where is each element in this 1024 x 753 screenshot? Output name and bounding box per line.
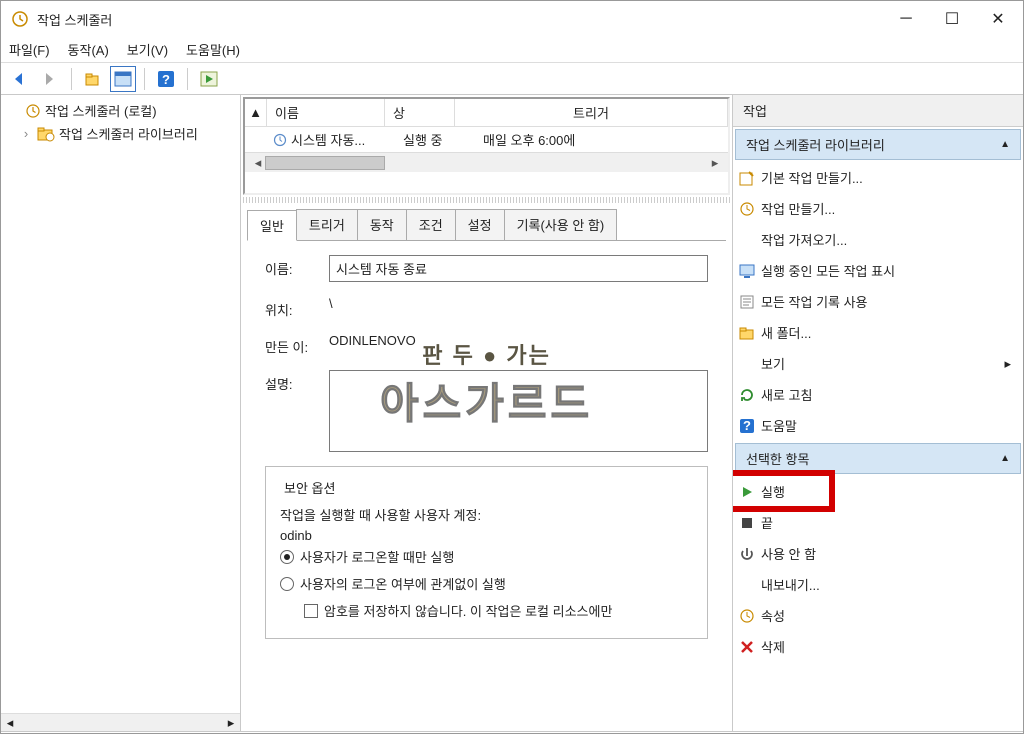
col-trigger[interactable]: 트리거 <box>455 99 728 126</box>
checkbox-icon <box>304 604 318 618</box>
name-label: 이름: <box>265 255 329 278</box>
action-refresh[interactable]: 새로 고침 <box>733 379 1023 410</box>
chk-nopwd[interactable]: 암호를 저장하지 않습니다. 이 작업은 로컬 리소스에만 <box>280 597 693 624</box>
status-bar <box>1 731 1023 753</box>
col-status[interactable]: 상 <box>385 99 455 126</box>
tree-root-label: 작업 스케줄러 (로컬) <box>45 101 157 120</box>
disable-icon <box>739 546 755 562</box>
help-icon: ? <box>739 418 755 434</box>
action-run[interactable]: 실행 <box>733 476 1023 507</box>
action-help[interactable]: ?도움말 <box>733 410 1023 441</box>
sort-indicator[interactable]: ▲ <box>245 99 267 126</box>
toolbar: ? <box>1 63 1023 95</box>
folder-icon <box>739 325 755 341</box>
action-show-running[interactable]: 실행 중인 모든 작업 표시 <box>733 255 1023 286</box>
action-enable-history[interactable]: 모든 작업 기록 사용 <box>733 286 1023 317</box>
clock-icon <box>273 133 287 147</box>
security-user-label: 작업을 실행할 때 사용할 사용자 계정: <box>280 505 693 524</box>
folder-clock-icon <box>37 126 55 142</box>
history-icon <box>739 294 755 310</box>
task-list: ▲ 이름 상 트리거 시스템 자동... 실행 중 매일 오후 6:00에 ◂▸ <box>243 97 730 195</box>
tab-actions[interactable]: 동작 <box>357 209 407 240</box>
action-view[interactable]: 보기▸ <box>733 348 1023 379</box>
section-selected[interactable]: 선택한 항목▲ <box>735 443 1021 474</box>
tab-history[interactable]: 기록(사용 안 함) <box>504 209 618 240</box>
general-panel: 이름: 시스템 자동 종료 위치: \ 만든 이: ODINLENOVO 설명:… <box>241 241 732 731</box>
collapse-icon: ▲ <box>1000 453 1010 464</box>
up-button[interactable] <box>80 66 106 92</box>
back-button[interactable] <box>7 66 33 92</box>
clock-icon <box>25 103 41 119</box>
security-user: odinb <box>280 528 693 543</box>
desc-label: 설명: <box>265 370 329 393</box>
svg-text:?: ? <box>743 418 751 433</box>
action-new-folder[interactable]: 새 폴더... <box>733 317 1023 348</box>
tab-triggers[interactable]: 트리거 <box>296 209 358 240</box>
stop-icon <box>739 515 755 531</box>
properties-icon <box>739 608 755 624</box>
chevron-right-icon: ▸ <box>1004 356 1011 372</box>
minimize-button[interactable]: ─ <box>883 1 929 37</box>
tree-hscroll[interactable]: ◂▸ <box>1 713 240 731</box>
action-end[interactable]: 끝 <box>733 507 1023 538</box>
list-hscroll[interactable]: ◂▸ <box>245 152 728 172</box>
clock-icon <box>11 10 29 28</box>
delete-icon <box>739 639 755 655</box>
action-export[interactable]: 내보내기... <box>733 569 1023 600</box>
radio-icon <box>280 577 294 591</box>
window-title: 작업 스케줄러 <box>37 10 112 29</box>
tree-pane: 작업 스케줄러 (로컬) › 작업 스케줄러 라이브러리 ◂▸ <box>1 95 241 731</box>
forward-button[interactable] <box>37 66 63 92</box>
task-icon <box>739 201 755 217</box>
tree-library-label: 작업 스케줄러 라이브러리 <box>59 124 198 143</box>
menu-action[interactable]: 동작(A) <box>68 40 109 59</box>
name-field[interactable]: 시스템 자동 종료 <box>329 255 708 282</box>
tree-library[interactable]: › 작업 스케줄러 라이브러리 <box>7 122 234 145</box>
action-properties[interactable]: 속성 <box>733 600 1023 631</box>
tab-conditions[interactable]: 조건 <box>406 209 456 240</box>
wizard-icon <box>739 170 755 186</box>
location-label: 위치: <box>265 296 329 319</box>
tab-settings[interactable]: 설정 <box>455 209 505 240</box>
radio-icon <box>280 550 294 564</box>
help-button[interactable]: ? <box>153 66 179 92</box>
author-value: ODINLENOVO <box>329 333 708 348</box>
desc-field[interactable] <box>329 370 708 452</box>
action-disable[interactable]: 사용 안 함 <box>733 538 1023 569</box>
security-title: 보안 옵션 <box>280 478 339 497</box>
tree-root[interactable]: 작업 스케줄러 (로컬) <box>7 99 234 122</box>
table-row[interactable]: 시스템 자동... 실행 중 매일 오후 6:00에 <box>245 127 728 152</box>
location-value: \ <box>329 296 708 311</box>
expand-icon[interactable]: › <box>19 126 33 141</box>
properties-button[interactable] <box>110 66 136 92</box>
col-name[interactable]: 이름 <box>267 99 385 126</box>
radio-any[interactable]: 사용자의 로그온 여부에 관계없이 실행 <box>280 570 693 597</box>
menu-file[interactable]: 파일(F) <box>9 40 50 59</box>
actions-pane-title: 작업 <box>733 95 1023 127</box>
svg-text:?: ? <box>162 72 170 87</box>
action-create-basic[interactable]: 기본 작업 만들기... <box>733 162 1023 193</box>
menu-view[interactable]: 보기(V) <box>127 40 168 59</box>
action-delete[interactable]: 삭제 <box>733 631 1023 662</box>
close-button[interactable]: ✕ <box>975 1 1021 37</box>
play-icon <box>739 484 755 500</box>
author-label: 만든 이: <box>265 333 329 356</box>
menu-bar: 파일(F) 동작(A) 보기(V) 도움말(H) <box>1 37 1023 63</box>
tab-general[interactable]: 일반 <box>247 210 297 241</box>
radio-logged-on[interactable]: 사용자가 로그온할 때만 실행 <box>280 543 693 570</box>
maximize-button[interactable]: ☐ <box>929 1 975 37</box>
run-button[interactable] <box>196 66 222 92</box>
refresh-icon <box>739 387 755 403</box>
action-import[interactable]: 작업 가져오기... <box>733 224 1023 255</box>
collapse-icon: ▲ <box>1000 139 1010 150</box>
action-create-task[interactable]: 작업 만들기... <box>733 193 1023 224</box>
display-icon <box>739 263 755 279</box>
menu-help[interactable]: 도움말(H) <box>186 40 240 59</box>
section-library[interactable]: 작업 스케줄러 라이브러리▲ <box>735 129 1021 160</box>
splitter[interactable] <box>243 197 730 203</box>
